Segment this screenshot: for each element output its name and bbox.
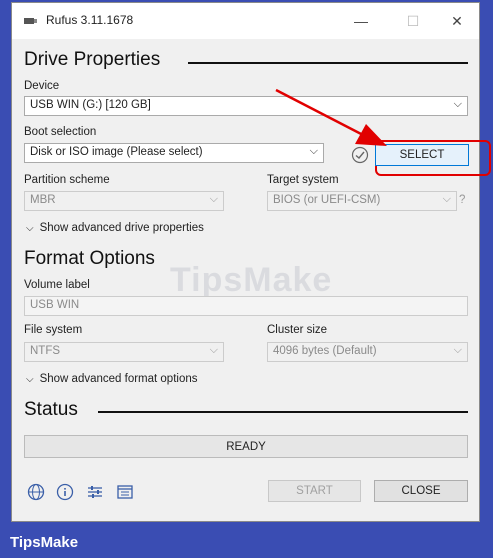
info-icon[interactable] [55, 482, 75, 502]
file-system-dropdown[interactable]: NTFS ⌵ [24, 342, 224, 362]
volume-label-label: Volume label [24, 279, 90, 291]
chevron-down-icon: ⌵ [453, 98, 462, 110]
target-system-value: BIOS (or UEFI-CSM) [273, 194, 381, 206]
title-bar: Rufus 3.11.1678 — ☐ ✕ [12, 3, 479, 39]
volume-label-input[interactable]: USB WIN [24, 296, 468, 316]
chevron-down-icon: ⌵ [209, 344, 218, 356]
drive-properties-heading: Drive Properties [24, 49, 161, 70]
partition-scheme-value: MBR [30, 194, 56, 206]
advanced-format-label: Show advanced format options [39, 373, 198, 385]
target-system-dropdown[interactable]: BIOS (or UEFI-CSM) ⌵ [267, 191, 457, 211]
partition-scheme-dropdown[interactable]: MBR ⌵ [24, 191, 224, 211]
format-options-heading: Format Options [24, 248, 155, 269]
check-circle-icon[interactable] [351, 146, 369, 164]
file-system-label: File system [24, 324, 83, 336]
chevron-down-icon: ⌵ [453, 344, 462, 356]
chevron-down-icon: ⌵ [309, 145, 318, 157]
cluster-size-dropdown[interactable]: 4096 bytes (Default) ⌵ [267, 342, 468, 362]
chevron-down-icon: ⌵ [209, 193, 218, 205]
section-divider [188, 62, 468, 64]
window-title: Rufus 3.11.1678 [46, 13, 134, 27]
volume-label-value: USB WIN [30, 299, 80, 311]
file-system-value: NTFS [30, 345, 61, 357]
partition-scheme-label: Partition scheme [24, 174, 110, 186]
target-system-label: Target system [267, 174, 339, 186]
boot-selection-label: Boot selection [24, 126, 97, 138]
footer-brand: TipsMake [10, 534, 79, 551]
maximize-button[interactable]: ☐ [398, 9, 428, 33]
chevron-down-icon: ⌵ [26, 374, 34, 385]
device-value: USB WIN (G:) [120 GB] [30, 99, 151, 111]
show-advanced-format-toggle[interactable]: ⌵ Show advanced format options [26, 373, 198, 385]
log-icon[interactable] [115, 482, 135, 502]
device-dropdown[interactable]: USB WIN (G:) [120 GB] ⌵ [24, 96, 468, 116]
rufus-window: Rufus 3.11.1678 — ☐ ✕ Drive Properties D… [11, 2, 491, 522]
show-advanced-drive-toggle[interactable]: ⌵ Show advanced drive properties [26, 222, 204, 234]
section-divider [98, 411, 468, 413]
advanced-drive-label: Show advanced drive properties [39, 222, 204, 234]
boot-selection-value: Disk or ISO image (Please select) [30, 146, 203, 158]
chevron-down-icon: ⌵ [26, 223, 34, 234]
status-progress-bar: READY [24, 435, 468, 458]
globe-icon[interactable] [26, 482, 46, 502]
footer-bar: TipsMake [0, 528, 493, 558]
close-window-button[interactable]: ✕ [442, 9, 472, 33]
chevron-down-icon: ⌵ [442, 193, 451, 205]
boot-selection-dropdown[interactable]: Disk or ISO image (Please select) ⌵ [24, 143, 324, 163]
usb-drive-icon [24, 18, 37, 24]
device-label: Device [24, 80, 60, 92]
close-button[interactable]: CLOSE [374, 480, 468, 502]
watermark-logo: TipsMake [170, 261, 333, 299]
start-button[interactable]: START [268, 480, 361, 502]
settings-sliders-icon[interactable] [85, 482, 105, 502]
select-button[interactable]: SELECT [375, 144, 469, 166]
minimize-button[interactable]: — [346, 9, 376, 33]
cluster-size-value: 4096 bytes (Default) [273, 345, 377, 357]
help-icon[interactable]: ? [459, 194, 465, 206]
cluster-size-label: Cluster size [267, 324, 328, 336]
status-heading: Status [24, 399, 78, 420]
status-text: READY [226, 440, 266, 453]
